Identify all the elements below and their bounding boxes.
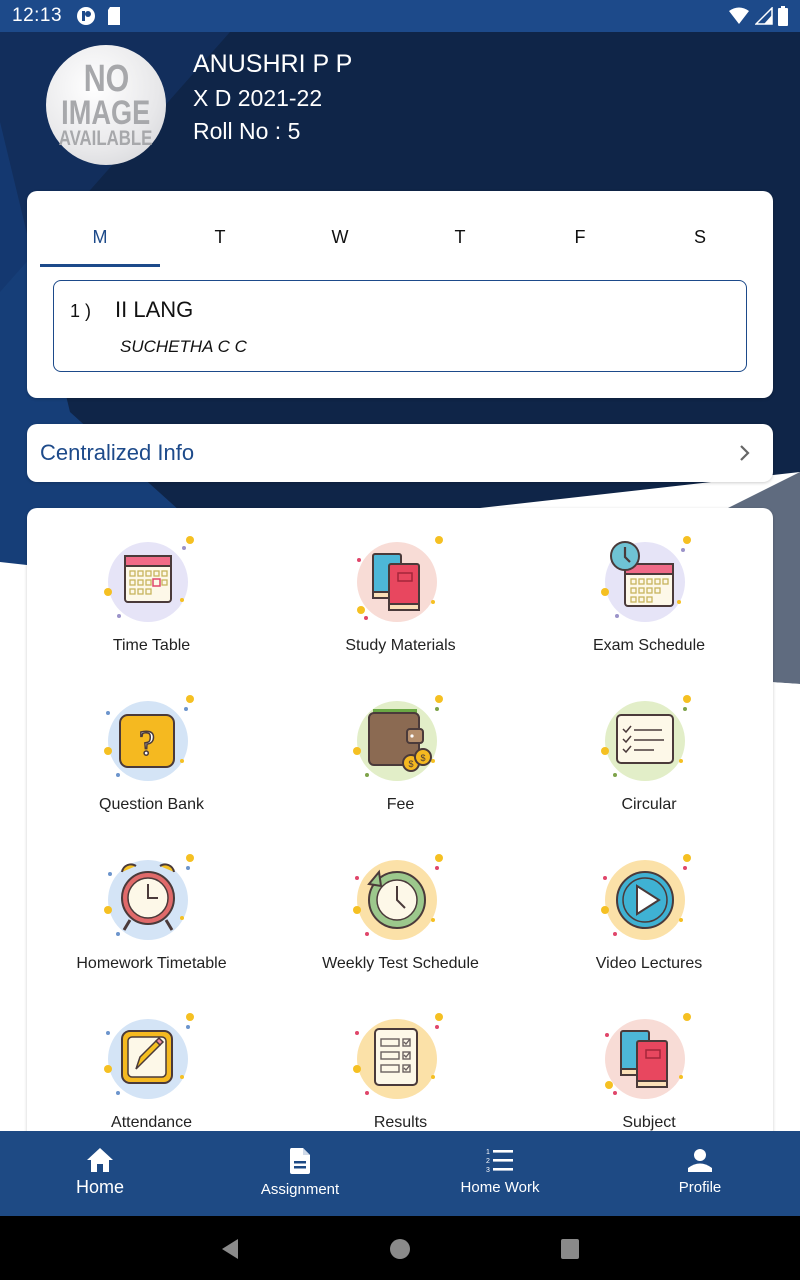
menu-label: Study Materials (345, 637, 456, 654)
tab-wednesday[interactable]: W (280, 221, 400, 267)
menu-grid: Time Table Study Materials Exam Schedule… (27, 530, 773, 1148)
student-name: ANUSHRI P P (193, 50, 353, 78)
menu-item-subject[interactable]: Subject (525, 1007, 773, 1148)
cell-signal-icon (755, 7, 773, 25)
centralized-info-label: Centralized Info (40, 440, 195, 465)
menu-label: Time Table (112, 637, 191, 654)
svg-text:$: $ (420, 753, 425, 763)
tab-tuesday[interactable]: T (160, 221, 280, 267)
avatar[interactable]: NO IMAGE AVAILABLE (46, 45, 166, 165)
play-icon (601, 854, 691, 940)
menu-item-time-table[interactable]: Time Table (27, 530, 276, 689)
pencil-icon (103, 1013, 194, 1099)
svg-text:1: 1 (486, 1149, 490, 1156)
calendar-clock-icon (601, 536, 691, 622)
avatar-placeholder-text: AVAILABLE (59, 127, 153, 151)
nav-label: Assignment (260, 1181, 340, 1198)
battery-icon (778, 6, 788, 26)
menu-label: Results (373, 1114, 428, 1131)
menu-item-results[interactable]: Results (276, 1007, 525, 1148)
centralized-info-button[interactable]: Centralized Info (27, 424, 773, 482)
nav-assignment[interactable]: Assignment (200, 1131, 400, 1216)
tab-friday[interactable]: F (520, 221, 640, 267)
nav-home[interactable]: Home (0, 1131, 200, 1216)
system-nav-bar (0, 1216, 800, 1280)
books-icon (356, 536, 443, 622)
recents-icon[interactable] (560, 1238, 580, 1260)
menu-label: Subject (622, 1114, 676, 1131)
clock-refresh-icon (352, 854, 443, 940)
calendar-icon (103, 536, 194, 622)
nav-label: Home Work (460, 1179, 540, 1196)
menu-label: Attendance (111, 1114, 192, 1131)
home-circle-icon[interactable] (389, 1238, 411, 1260)
tab-thursday[interactable]: T (400, 221, 520, 267)
nav-label: Home (75, 1177, 124, 1197)
avatar-placeholder-text: NO (83, 57, 129, 100)
timetable-card: M T W T F S 1 ) II LANG SUCHETHA C C (27, 191, 773, 398)
numbered-list-icon: 1 2 3 (486, 1149, 513, 1173)
results-sheet-icon (352, 1013, 443, 1099)
svg-text:$: $ (408, 759, 413, 769)
back-icon[interactable] (220, 1238, 240, 1260)
menu-card: Time Table Study Materials Exam Schedule… (27, 508, 773, 1148)
sd-card-icon (108, 7, 121, 25)
nav-label: Profile (678, 1179, 722, 1196)
menu-label: Fee (386, 796, 415, 813)
wifi-icon (729, 7, 749, 24)
profile-header: NO IMAGE AVAILABLE ANUSHRI P P X D 2021-… (0, 32, 800, 182)
menu-item-video-lectures[interactable]: Video Lectures (525, 848, 773, 1007)
period-number: 1 ) (70, 301, 92, 321)
svg-text:3: 3 (486, 1167, 490, 1173)
period-subject: II LANG (115, 297, 194, 322)
svg-text:?: ? (139, 723, 155, 763)
menu-item-attendance[interactable]: Attendance (27, 1007, 276, 1148)
student-roll-number: Roll No : 5 (193, 118, 301, 144)
menu-label: Homework Timetable (76, 955, 227, 972)
bottom-nav: Home Assignment 1 2 3 Home Work Profile (0, 1131, 800, 1216)
menu-label: Question Bank (99, 796, 204, 813)
chevron-right-icon (740, 445, 750, 461)
tab-monday[interactable]: M (40, 221, 160, 267)
menu-label: Weekly Test Schedule (322, 955, 479, 972)
avatar-placeholder-text: IMAGE (61, 93, 151, 132)
books-icon (605, 1013, 691, 1099)
menu-label: Exam Schedule (592, 637, 706, 654)
menu-item-question-bank[interactable]: ? Question Bank (27, 689, 276, 848)
question-icon: ? (103, 695, 194, 781)
menu-item-weekly-test-schedule[interactable]: Weekly Test Schedule (276, 848, 525, 1007)
checklist-icon (601, 695, 691, 781)
alarm-clock-icon (103, 854, 194, 940)
app-notification-icon (77, 7, 96, 25)
menu-item-study-materials[interactable]: Study Materials (276, 530, 525, 689)
menu-item-exam-schedule[interactable]: Exam Schedule (525, 530, 773, 689)
student-class: X D 2021-22 (193, 85, 323, 111)
wallet-icon: $ $ (352, 695, 443, 781)
menu-label: Circular (621, 796, 677, 813)
home-icon (87, 1148, 113, 1172)
status-time: 12:13 (12, 5, 63, 26)
menu-item-fee[interactable]: $ $ Fee (276, 689, 525, 848)
nav-home-work[interactable]: 1 2 3 Home Work (400, 1131, 600, 1216)
person-icon (688, 1149, 712, 1172)
period-item[interactable]: 1 ) II LANG SUCHETHA C C (53, 280, 747, 372)
menu-item-homework-timetable[interactable]: Homework Timetable (27, 848, 276, 1007)
nav-profile[interactable]: Profile (600, 1131, 800, 1216)
period-teacher: SUCHETHA C C (120, 337, 247, 356)
menu-label: Video Lectures (595, 955, 703, 972)
day-tabs: M T W T F S (40, 221, 760, 267)
status-bar: 12:13 (0, 0, 800, 32)
document-icon (289, 1148, 310, 1174)
tab-saturday[interactable]: S (640, 221, 760, 267)
svg-text:2: 2 (486, 1158, 490, 1165)
menu-item-circular[interactable]: Circular (525, 689, 773, 848)
